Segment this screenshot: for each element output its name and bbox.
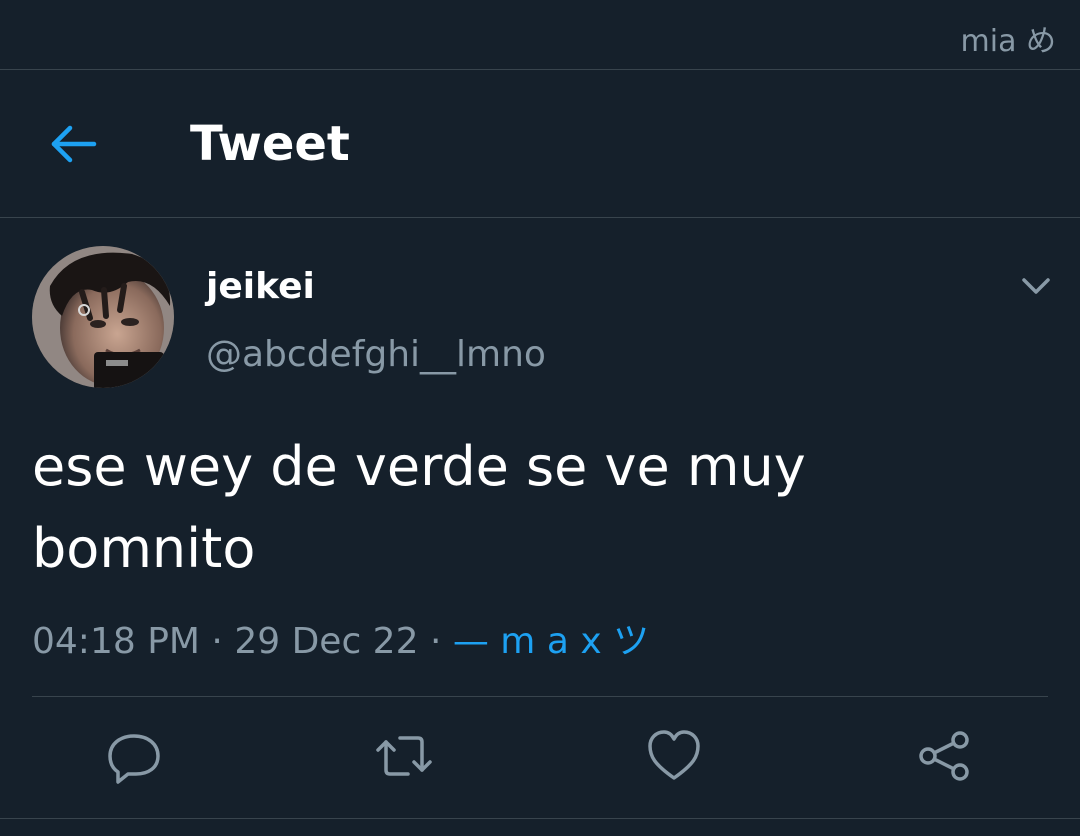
- status-bar: mia め: [0, 0, 1080, 70]
- share-icon: [919, 731, 969, 781]
- avatar[interactable]: [32, 246, 174, 388]
- bottom-divider: [0, 818, 1080, 819]
- retweet-button[interactable]: [374, 726, 434, 786]
- chevron-down-icon: [1022, 278, 1050, 294]
- tweet-text: ese wey de verde se ve muy bomnito: [32, 435, 806, 580]
- meta-separator: ·: [211, 621, 223, 662]
- author-handle[interactable]: @abcdefghi__lmno: [206, 334, 546, 375]
- header-bar: Tweet: [0, 70, 1080, 218]
- back-button[interactable]: [40, 114, 104, 174]
- meta-separator: ·: [429, 621, 442, 662]
- share-button[interactable]: [914, 726, 974, 786]
- page-title: Tweet: [190, 116, 350, 172]
- status-text: mia め: [960, 24, 1056, 59]
- reply-button[interactable]: [104, 726, 164, 786]
- tweet-meta: 04:18 PM · 29 Dec 22 · — m a x ツ: [32, 612, 649, 664]
- divider: [32, 696, 1048, 697]
- tweet-date: 29 Dec 22: [234, 621, 419, 662]
- tweet-menu-button[interactable]: [1016, 268, 1056, 304]
- author-display-name[interactable]: jeikei: [206, 266, 315, 307]
- tweet-source-link[interactable]: — m a x ツ: [453, 621, 649, 662]
- like-button[interactable]: [644, 726, 704, 786]
- arrow-left-icon: [51, 125, 97, 163]
- reply-icon: [108, 734, 160, 784]
- like-icon: [648, 730, 700, 780]
- retweet-icon: [376, 736, 432, 776]
- tweet-time: 04:18 PM: [32, 621, 200, 662]
